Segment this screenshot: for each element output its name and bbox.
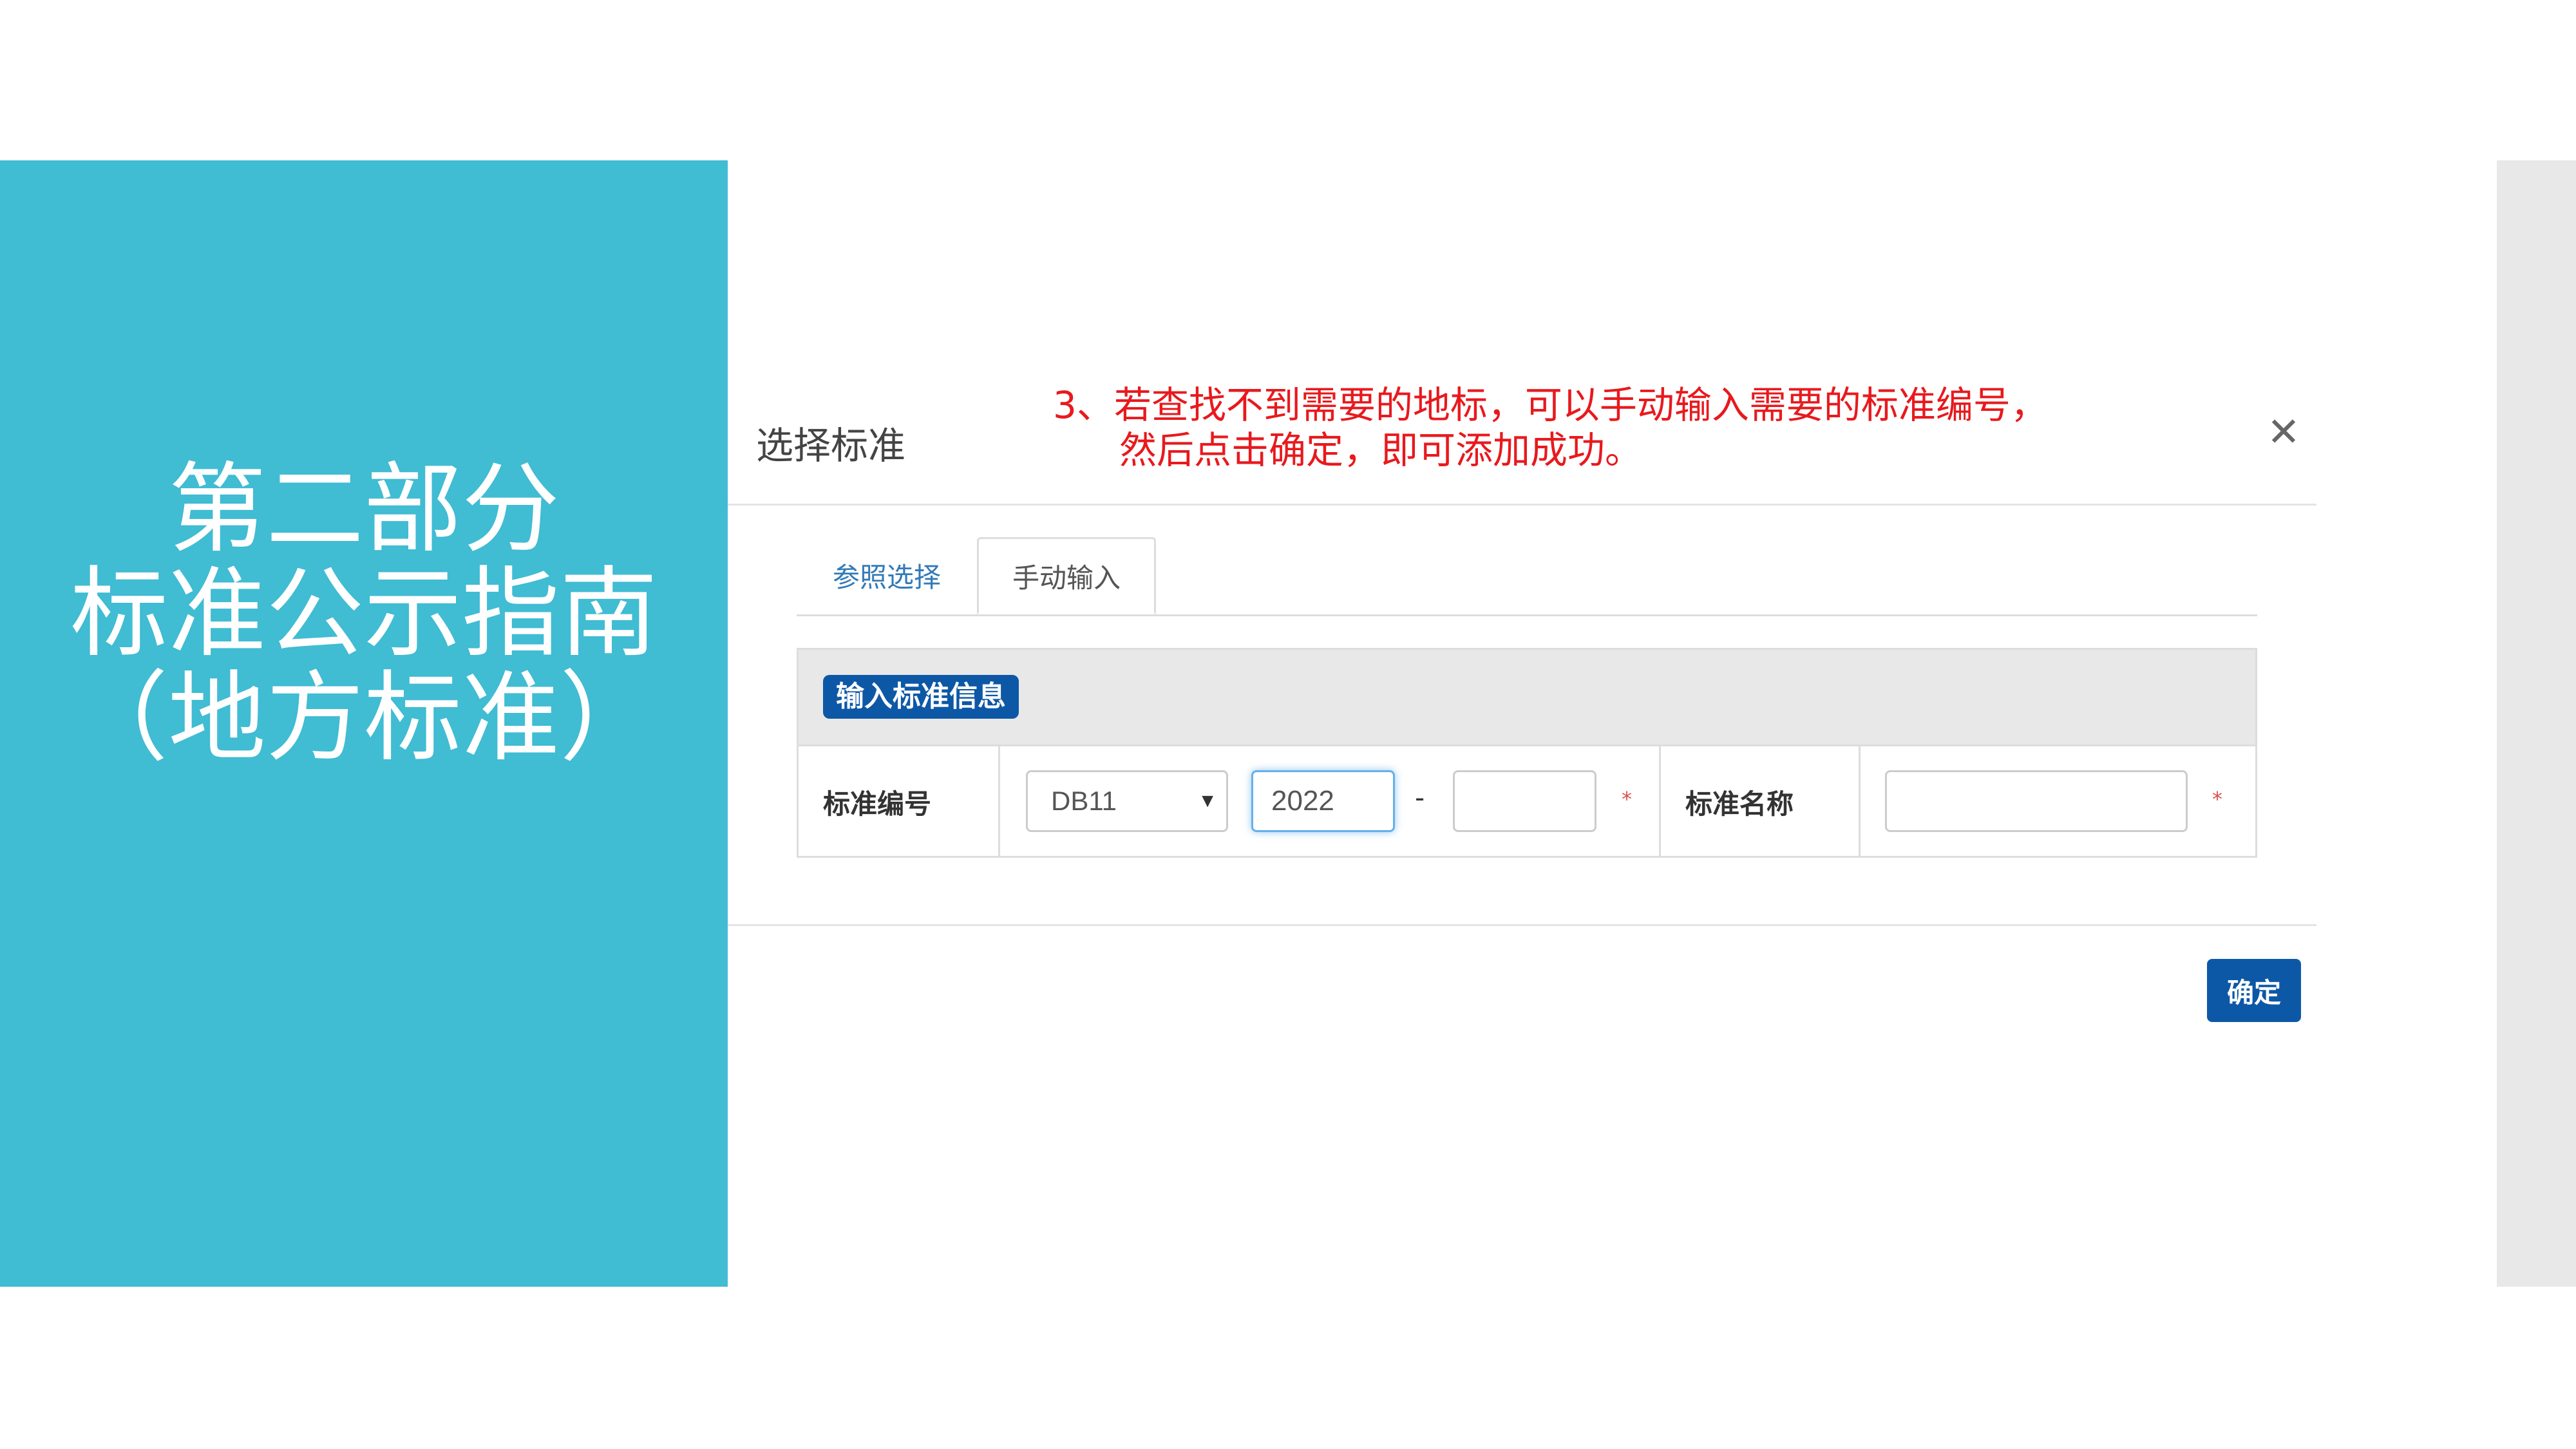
dropdown-caret-icon: ▼ <box>1198 790 1217 811</box>
required-mark-name: * <box>2212 787 2222 811</box>
code-prefix-value: DB11 <box>1051 786 1117 816</box>
tab-manual-input[interactable]: 手动输入 <box>977 537 1156 614</box>
form-row: 标准编号 DB11 ▼ - * 标准名称 * <box>799 746 2255 858</box>
confirm-button[interactable]: 确定 <box>2207 959 2301 1022</box>
standard-name-label: 标准名称 <box>1659 746 1861 858</box>
annotation-line-1: 3、若查找不到需要的地标，可以手动输入需要的标准编号， <box>1053 383 2048 427</box>
dialog-title: 选择标准 <box>756 424 906 468</box>
standard-name-input[interactable] <box>1885 770 2188 832</box>
annotation-line-2: 然后点击确定，即可添加成功。 <box>1119 428 1643 472</box>
code-prefix-select[interactable]: DB11 ▼ <box>1026 770 1228 832</box>
code-sequence-input[interactable] <box>1453 770 1596 832</box>
code-separator: - <box>1415 782 1425 813</box>
dialog-header-divider <box>728 504 2316 506</box>
standard-code-label: 标准编号 <box>799 746 1000 858</box>
tab-reference-select[interactable]: 参照选择 <box>797 537 977 613</box>
select-standard-dialog: 选择标准 3、若查找不到需要的地标，可以手动输入需要的标准编号， 然后点击确定，… <box>728 160 2497 1287</box>
form-header: 输入标准信息 <box>799 650 2255 746</box>
right-edge-strip <box>2497 160 2576 1287</box>
code-year-input[interactable] <box>1251 770 1395 832</box>
tab-bar: 参照选择 手动输入 <box>797 537 2257 616</box>
section-title-line-1: 第二部分 <box>168 452 560 566</box>
section-panel: 第二部分 标准公示指南 （地方标准） <box>0 160 728 1287</box>
form-header-badge: 输入标准信息 <box>823 675 1019 719</box>
dialog-footer-divider <box>728 924 2316 926</box>
standard-info-form: 输入标准信息 标准编号 DB11 ▼ - * 标准名称 * <box>797 648 2257 858</box>
required-mark-code: * <box>1622 787 1632 811</box>
section-title: 第二部分 标准公示指南 （地方标准） <box>0 457 728 770</box>
section-title-line-3: （地方标准） <box>70 661 658 775</box>
instruction-annotation: 3、若查找不到需要的地标，可以手动输入需要的标准编号， 然后点击确定，即可添加成… <box>1053 383 2048 473</box>
section-title-line-2: 标准公示指南 <box>70 556 658 670</box>
close-icon[interactable]: ✕ <box>2267 408 2300 455</box>
